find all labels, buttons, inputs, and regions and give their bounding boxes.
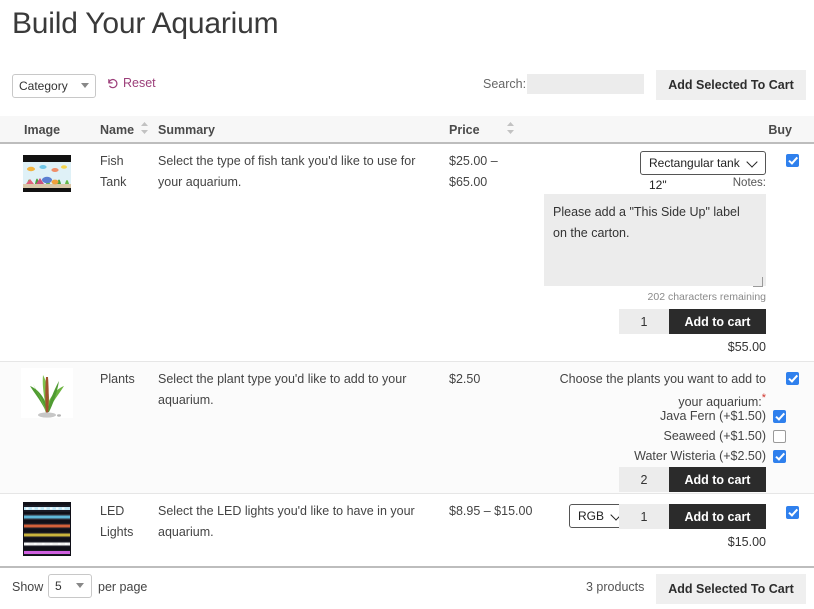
- per-page-label: per page: [98, 580, 147, 594]
- row-buy-controls: RGB Add to cart $15.00: [534, 494, 814, 566]
- undo-arrow-icon: [106, 77, 119, 90]
- led-lights-thumbnail: [21, 500, 73, 558]
- row-select-checkbox[interactable]: [786, 506, 799, 519]
- quantity-input[interactable]: [619, 504, 669, 529]
- product-configurator-page: Build Your Aquarium Category Reset Searc…: [0, 0, 814, 609]
- plant-option-checkbox-water-wisteria[interactable]: [773, 450, 786, 463]
- plant-option-row[interactable]: Seaweed (+$1.50): [544, 429, 766, 443]
- fish-tank-thumbnail: [21, 151, 73, 195]
- plant-option-label: Java Fern (+$1.50): [660, 409, 766, 423]
- add-selected-to-cart-button-bottom[interactable]: Add Selected To Cart: [656, 574, 806, 604]
- plant-option-checkbox-java-fern[interactable]: [773, 410, 786, 423]
- add-to-cart-button[interactable]: Add to cart: [669, 504, 766, 529]
- column-header-name[interactable]: Name: [100, 123, 134, 137]
- required-asterisk: *: [762, 392, 766, 404]
- plant-options-title-text: Choose the plants you want to add to you…: [560, 372, 766, 409]
- chevron-down-icon: [76, 583, 84, 588]
- table-row: Plants Select the plant type you'd like …: [0, 362, 814, 494]
- column-header-price[interactable]: Price: [449, 123, 480, 137]
- column-header-image: Image: [24, 123, 60, 137]
- resize-handle[interactable]: [753, 277, 763, 287]
- column-header-summary: Summary: [158, 123, 215, 137]
- row-buy-controls: Choose the plants you want to add to you…: [534, 362, 814, 494]
- search-input[interactable]: [527, 74, 644, 94]
- notes-label: Notes:: [733, 177, 766, 189]
- per-page-select[interactable]: 5: [48, 574, 92, 598]
- table-row: LED Lights Select the LED lights you'd l…: [0, 494, 814, 566]
- plant-option-label: Water Wisteria (+$2.50): [634, 449, 766, 463]
- sort-arrows-icon-name[interactable]: [140, 121, 149, 135]
- row-name: LED Lights: [100, 501, 150, 543]
- table-header: Image Name Summary Price Buy: [0, 116, 814, 144]
- add-to-cart-button[interactable]: Add to cart: [669, 309, 766, 334]
- row-name: Plants: [100, 369, 150, 390]
- plant-option-checkbox-seaweed[interactable]: [773, 430, 786, 443]
- quantity-input[interactable]: [619, 467, 669, 492]
- row-buy-controls: Rectangular tank 12" Notes: 202 characte…: [534, 144, 814, 362]
- row-total: $55.00: [544, 340, 766, 354]
- product-count-label: 3 products: [586, 580, 644, 594]
- row-total: $15.00: [544, 535, 766, 549]
- plant-option-row[interactable]: Water Wisteria (+$2.50): [544, 449, 766, 463]
- characters-remaining-label: 202 characters remaining: [544, 291, 766, 303]
- show-label: Show: [12, 580, 43, 594]
- chevron-down-icon: [81, 83, 89, 88]
- plant-option-label: Seaweed (+$1.50): [663, 429, 766, 443]
- plant-option-row[interactable]: Java Fern (+$1.50): [544, 409, 766, 423]
- add-to-cart-button[interactable]: Add to cart: [669, 467, 766, 492]
- row-summary: Select the type of fish tank you'd like …: [158, 151, 443, 193]
- add-selected-to-cart-button-top[interactable]: Add Selected To Cart: [656, 70, 806, 100]
- row-summary: Select the plant type you'd like to add …: [158, 369, 443, 411]
- table-footer: Show 5 per page 3 products Add Selected …: [0, 566, 814, 609]
- plants-thumbnail: [21, 368, 73, 418]
- row-select-checkbox[interactable]: [786, 154, 799, 167]
- row-name: Fish Tank: [100, 151, 150, 193]
- plant-options-title: Choose the plants you want to add to you…: [544, 370, 766, 412]
- sort-arrows-icon-price[interactable]: [506, 121, 515, 135]
- row-summary: Select the LED lights you'd like to have…: [158, 501, 443, 543]
- row-price: $2.50: [449, 369, 539, 390]
- quantity-input[interactable]: [619, 309, 669, 334]
- reset-filters-link[interactable]: Reset: [106, 76, 156, 90]
- row-price: $25.00 – $65.00: [449, 151, 539, 193]
- row-price: $8.95 – $15.00: [449, 501, 539, 522]
- column-header-buy: Buy: [768, 123, 792, 137]
- page-title: Build Your Aquarium: [12, 4, 278, 44]
- row-select-checkbox[interactable]: [786, 372, 799, 385]
- table-row: Fish Tank Select the type of fish tank y…: [0, 144, 814, 362]
- search-label: Search:: [483, 77, 526, 91]
- table-toolbar: Category Reset Search: Add Selected To C…: [0, 74, 814, 110]
- notes-textarea[interactable]: [544, 194, 766, 286]
- reset-label: Reset: [123, 76, 156, 90]
